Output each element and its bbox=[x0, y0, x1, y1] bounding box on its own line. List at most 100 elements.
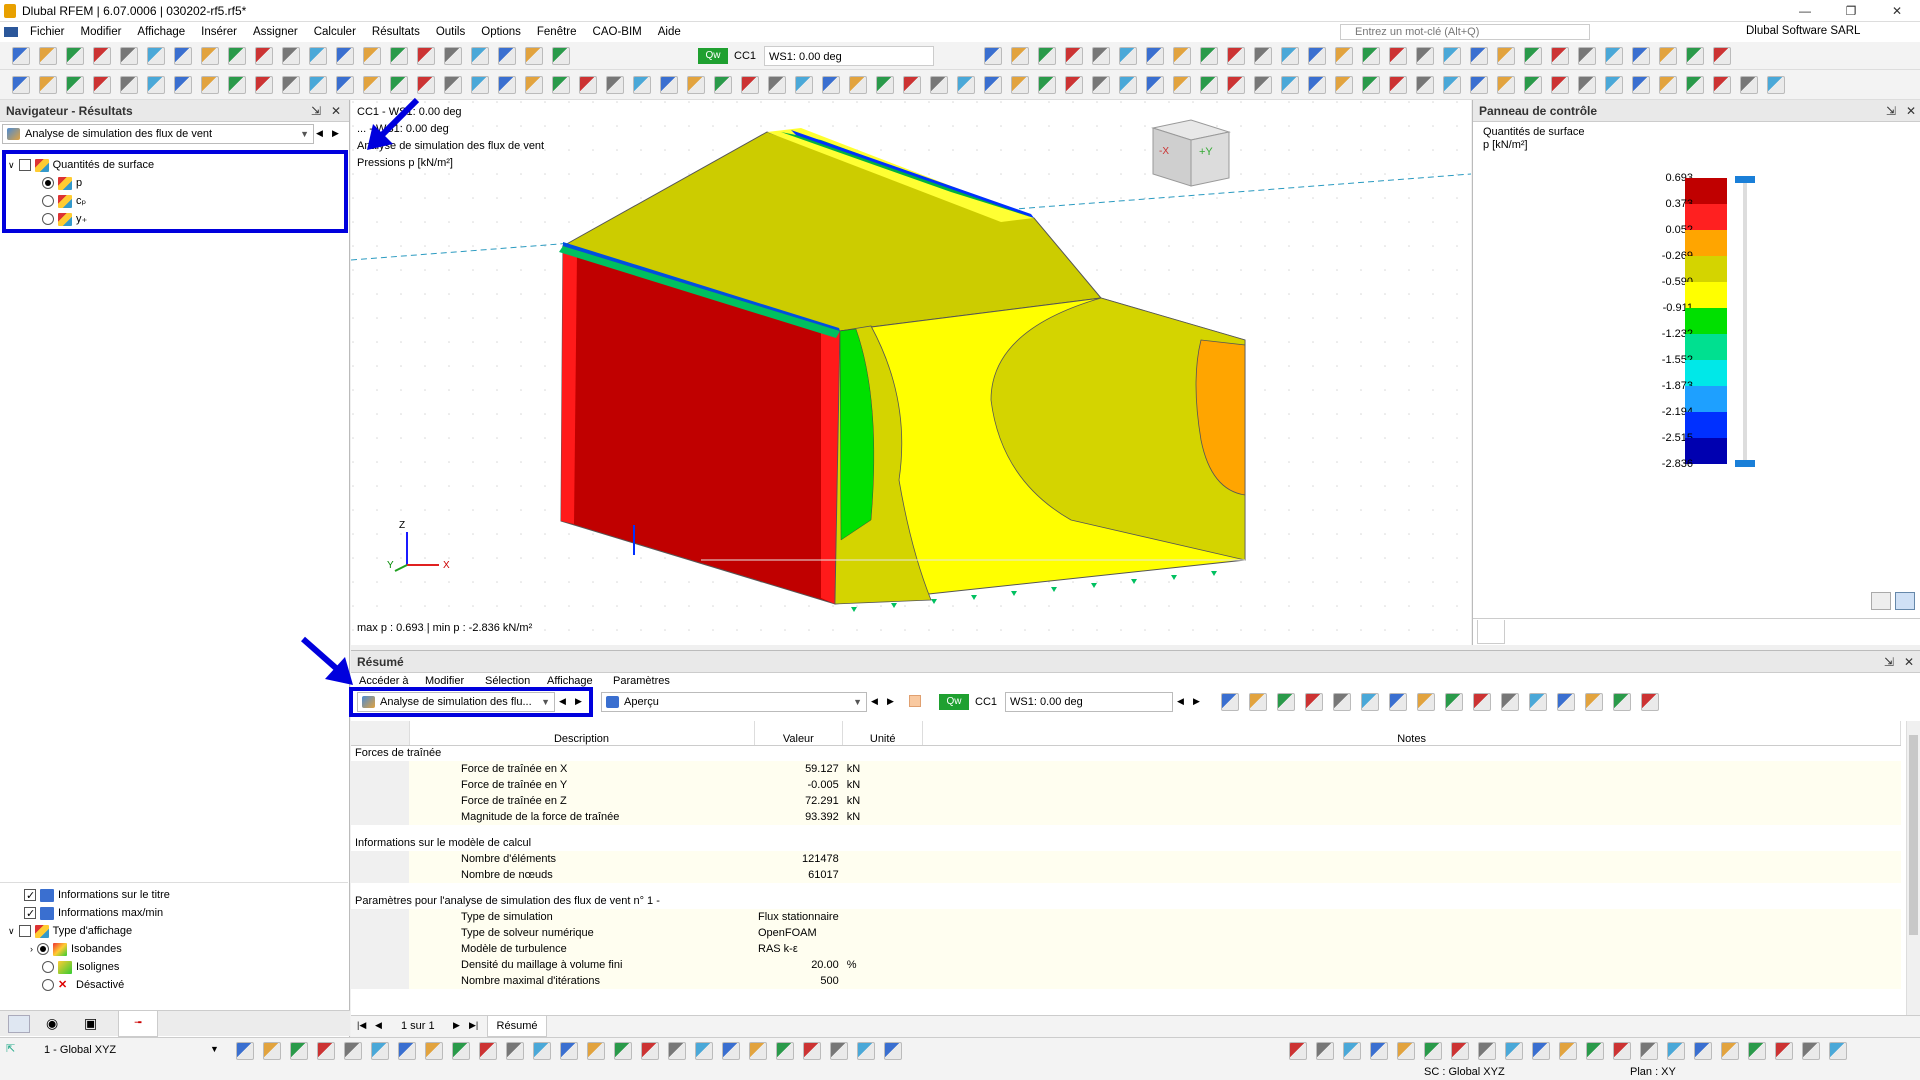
menu-calculer[interactable]: Calculer bbox=[306, 26, 364, 38]
toolbar-tool-icon[interactable] bbox=[1416, 47, 1434, 65]
toolbar-tool-icon[interactable] bbox=[498, 47, 516, 65]
toolbar-tool-icon[interactable] bbox=[417, 76, 435, 94]
toolbar-tool-icon[interactable] bbox=[1065, 76, 1083, 94]
toolbar-tool-icon[interactable] bbox=[1605, 47, 1623, 65]
toolbar-tool-icon[interactable] bbox=[1578, 76, 1596, 94]
chevron-right-icon[interactable]: › bbox=[30, 944, 33, 954]
toolbar-tool-icon[interactable] bbox=[1281, 76, 1299, 94]
tab-results-icon[interactable]: ╼ bbox=[118, 1011, 158, 1037]
col-unite[interactable]: Unité bbox=[842, 721, 924, 746]
toolbar-tool-icon[interactable] bbox=[390, 76, 408, 94]
toolbar-tool-icon[interactable] bbox=[1613, 693, 1631, 711]
table-group-row[interactable]: Paramètres pour l'analyse de simulation … bbox=[351, 893, 1901, 909]
toolbar-tool-icon[interactable] bbox=[66, 76, 84, 94]
toolbar-tool-icon[interactable] bbox=[1305, 693, 1323, 711]
radio-desactive[interactable] bbox=[42, 979, 54, 992]
prev-page-button[interactable]: ◀ bbox=[375, 1020, 382, 1031]
toolbar-tool-icon[interactable] bbox=[1559, 1042, 1577, 1060]
next-page-button[interactable]: ▶ bbox=[453, 1020, 460, 1031]
coord-system-select[interactable]: 1 - Global XYZ bbox=[28, 1040, 224, 1060]
navigator-analysis-select[interactable]: Analyse de simulation des flux de vent ▼ bbox=[2, 124, 314, 144]
last-page-button[interactable]: ▶| bbox=[469, 1020, 478, 1031]
toolbar-tool-icon[interactable] bbox=[957, 76, 975, 94]
table-row[interactable]: Type de simulation Flux stationnaire bbox=[351, 909, 1901, 925]
toolbar-tool-icon[interactable] bbox=[1343, 1042, 1361, 1060]
toolbar-tool-icon[interactable] bbox=[479, 1042, 497, 1060]
toolbar-tool-icon[interactable] bbox=[1551, 76, 1569, 94]
toolbar-tool-icon[interactable] bbox=[1470, 76, 1488, 94]
toolbar-tool-icon[interactable] bbox=[363, 76, 381, 94]
next-load-button[interactable]: ▶ bbox=[1193, 696, 1200, 707]
toolbar-tool-icon[interactable] bbox=[309, 76, 327, 94]
toolbar-tool-icon[interactable] bbox=[1641, 693, 1659, 711]
toolbar-tool-icon[interactable] bbox=[552, 47, 570, 65]
menu-fichier[interactable]: Fichier bbox=[22, 26, 73, 38]
chevron-down-icon[interactable]: ▼ bbox=[210, 1044, 219, 1054]
title-info-checkbox[interactable] bbox=[24, 887, 36, 905]
next-view-button[interactable]: ▶ bbox=[887, 696, 894, 707]
toolbar-tool-icon[interactable] bbox=[1659, 47, 1677, 65]
toolbar-tool-icon[interactable] bbox=[1308, 76, 1326, 94]
toolbar-tool-icon[interactable] bbox=[1249, 693, 1267, 711]
toolbar-tool-icon[interactable] bbox=[471, 76, 489, 94]
toolbar-tool-icon[interactable] bbox=[282, 47, 300, 65]
toolbar-tool-icon[interactable] bbox=[641, 1042, 659, 1060]
menu-outils[interactable]: Outils bbox=[428, 26, 473, 38]
toolbar-tool-icon[interactable] bbox=[1478, 1042, 1496, 1060]
toolbar-tool-icon[interactable] bbox=[795, 76, 813, 94]
toolbar-tool-icon[interactable] bbox=[552, 76, 570, 94]
toolbar-tool-icon[interactable] bbox=[1065, 47, 1083, 65]
toolbar-tool-icon[interactable] bbox=[93, 76, 111, 94]
toolbar-tool-icon[interactable] bbox=[722, 1042, 740, 1060]
toolbar-tool-icon[interactable] bbox=[1640, 1042, 1658, 1060]
toolbar-tool-icon[interactable] bbox=[1505, 1042, 1523, 1060]
table-group-row[interactable]: Forces de traînée bbox=[351, 745, 1901, 761]
toolbar-tool-icon[interactable] bbox=[1767, 76, 1785, 94]
toolbar-tool-icon[interactable] bbox=[857, 1042, 875, 1060]
next-analysis-button[interactable]: ▶ bbox=[332, 128, 339, 139]
toolbar-tool-icon[interactable] bbox=[1227, 76, 1245, 94]
first-page-button[interactable]: |◀ bbox=[357, 1020, 366, 1031]
toolbar-tool-icon[interactable] bbox=[471, 47, 489, 65]
type-isobandes[interactable]: › Isobandes bbox=[30, 940, 122, 958]
toolbar-tool-icon[interactable] bbox=[1316, 1042, 1334, 1060]
toolbar-tool-icon[interactable] bbox=[714, 76, 732, 94]
toolbar-tool-icon[interactable] bbox=[1443, 76, 1461, 94]
toolbar-tool-icon[interactable] bbox=[344, 1042, 362, 1060]
toolbar-tool-icon[interactable] bbox=[290, 1042, 308, 1060]
maxmin-info-checkbox[interactable] bbox=[24, 905, 36, 923]
toolbar-tool-icon[interactable] bbox=[1092, 47, 1110, 65]
toolbar-tool-icon[interactable] bbox=[174, 76, 192, 94]
toolbar-tool-icon[interactable] bbox=[282, 76, 300, 94]
toolbar-tool-icon[interactable] bbox=[984, 76, 1002, 94]
toolbar-tool-icon[interactable] bbox=[749, 1042, 767, 1060]
close-window-button[interactable]: ✕ bbox=[1874, 0, 1920, 22]
toolbar-tool-icon[interactable] bbox=[1221, 693, 1239, 711]
toolbar-tool-icon[interactable] bbox=[884, 1042, 902, 1060]
display-type-item[interactable]: ∨ Type d'affichage bbox=[8, 922, 132, 940]
toolbar-tool-icon[interactable] bbox=[263, 1042, 281, 1060]
display-type-checkbox[interactable] bbox=[18, 925, 31, 938]
menu-modifier[interactable]: Modifier bbox=[73, 26, 130, 38]
toolbar-tool-icon[interactable] bbox=[506, 1042, 524, 1060]
toolbar-tool-icon[interactable] bbox=[830, 1042, 848, 1060]
table-row[interactable]: Type de solveur numérique OpenFOAM bbox=[351, 925, 1901, 941]
toolbar-tool-icon[interactable] bbox=[1146, 76, 1164, 94]
toolbar-tool-icon[interactable] bbox=[1200, 76, 1218, 94]
toolbar-tool-icon[interactable] bbox=[228, 47, 246, 65]
toolbar-tool-icon[interactable] bbox=[587, 1042, 605, 1060]
toolbar-tool-icon[interactable] bbox=[1281, 47, 1299, 65]
summary-menu-acceder[interactable]: Accéder à bbox=[359, 675, 409, 687]
toolbar-tool-icon[interactable] bbox=[1740, 76, 1758, 94]
toolbar-tool-icon[interactable] bbox=[606, 76, 624, 94]
close-navigator-icon[interactable]: ✕ bbox=[328, 100, 344, 122]
close-summary-icon[interactable]: ✕ bbox=[1901, 651, 1917, 673]
menu-inserer[interactable]: Insérer bbox=[193, 26, 245, 38]
app-menu-icon[interactable] bbox=[4, 27, 18, 37]
table-group-row[interactable]: Informations sur le modèle de calcul bbox=[351, 835, 1901, 851]
toolbar-tool-icon[interactable] bbox=[1443, 47, 1461, 65]
toolbar-tool-icon[interactable] bbox=[1011, 76, 1029, 94]
toolbar-tool-icon[interactable] bbox=[336, 76, 354, 94]
title-info-item[interactable]: Informations sur le titre bbox=[24, 886, 170, 905]
toolbar-tool-icon[interactable] bbox=[1585, 693, 1603, 711]
